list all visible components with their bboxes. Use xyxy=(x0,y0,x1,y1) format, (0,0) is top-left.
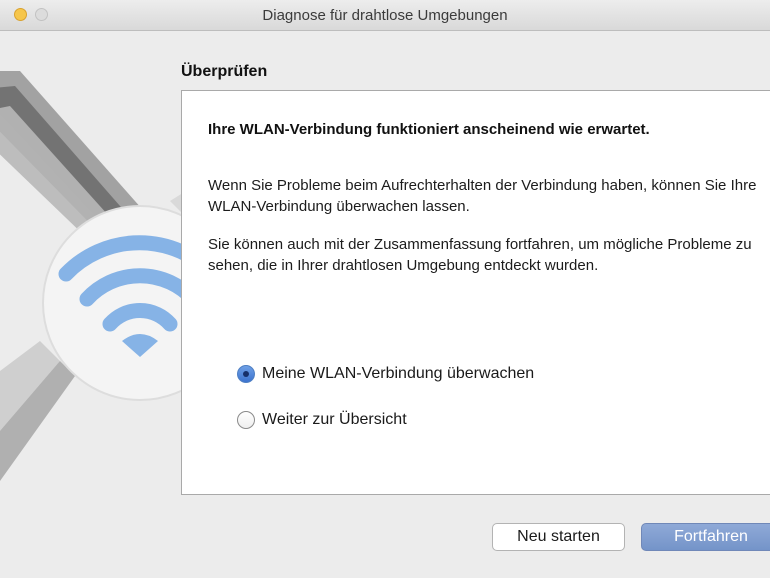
radio-button[interactable] xyxy=(237,411,255,429)
continue-button[interactable]: Fortfahren xyxy=(641,523,770,551)
info-paragraph: Sie können auch mit der Zusammenfassung … xyxy=(208,236,752,274)
window-title: Diagnose für drahtlose Umgebungen xyxy=(262,7,508,24)
status-headline: Ihre WLAN-Verbindung funktioniert ansche… xyxy=(208,121,650,138)
restart-button[interactable]: Neu starten xyxy=(492,523,625,551)
section-title: Überprüfen xyxy=(181,63,268,80)
info-paragraph: Wenn Sie Probleme beim Aufrechterhalten … xyxy=(208,177,757,215)
content-panel: Ihre WLAN-Verbindung funktioniert ansche… xyxy=(181,90,770,495)
radio-label[interactable]: Meine WLAN-Verbindung überwachen xyxy=(262,365,534,383)
radio-option-overview[interactable]: Weiter zur Übersicht xyxy=(237,408,407,432)
radio-button-selected[interactable] xyxy=(237,365,255,383)
radio-option-monitor[interactable]: Meine WLAN-Verbindung überwachen xyxy=(237,362,534,386)
title-bar: Diagnose für drahtlose Umgebungen xyxy=(0,0,770,31)
radio-label[interactable]: Weiter zur Übersicht xyxy=(262,411,407,429)
